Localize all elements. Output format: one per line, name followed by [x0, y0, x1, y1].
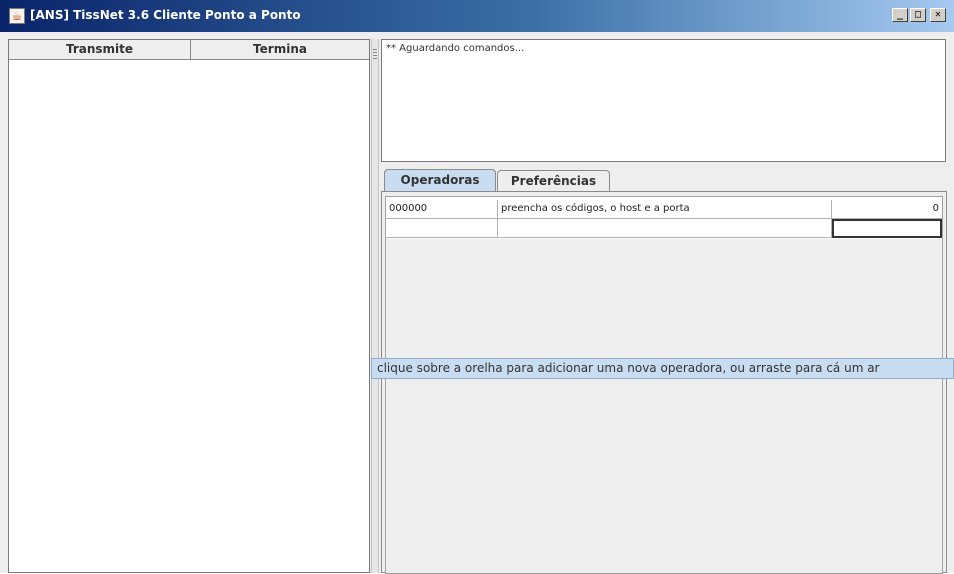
window-title: [ANS] TissNet 3.6 Cliente Ponto a Ponto — [30, 8, 301, 22]
title-bar[interactable]: ☕ [ANS] TissNet 3.6 Cliente Ponto a Pont… — [0, 0, 954, 32]
operadoras-scroll-area[interactable]: 000000 preencha os códigos, o host e a p… — [385, 196, 943, 574]
column-header-transmite[interactable]: Transmite — [9, 40, 191, 60]
close-button[interactable]: ✕ — [930, 8, 946, 22]
table-cell-porta-focused[interactable] — [832, 219, 942, 238]
table-cell-descricao[interactable]: preencha os códigos, o host e a porta — [498, 200, 832, 219]
app-window: ☕ [ANS] TissNet 3.6 Cliente Ponto a Pont… — [0, 0, 954, 574]
splitter-grip-icon — [373, 49, 377, 61]
log-text: ** Aguardando comandos... — [386, 43, 525, 54]
minimize-button[interactable]: _ — [892, 8, 908, 22]
java-cup-icon[interactable]: ☕ — [9, 8, 25, 24]
transfer-table[interactable]: Transmite Termina — [8, 39, 370, 573]
maximize-button[interactable]: □ — [910, 8, 926, 22]
log-output[interactable]: ** Aguardando comandos... — [381, 39, 946, 162]
tab-operadoras[interactable]: Operadoras — [384, 169, 496, 191]
tab-strip: Operadoras Preferências — [381, 169, 947, 191]
table-cell-porta[interactable]: 0 — [832, 200, 942, 219]
column-header-termina[interactable]: Termina — [191, 40, 369, 60]
tab-preferencias[interactable]: Preferências — [497, 170, 610, 191]
tooltip: clique sobre a orelha para adicionar uma… — [371, 358, 954, 379]
table-cell-codigo-empty[interactable] — [386, 219, 498, 238]
table-cell-descricao-empty[interactable] — [498, 219, 832, 238]
split-pane-divider[interactable] — [371, 39, 379, 573]
table-cell-codigo[interactable]: 000000 — [386, 200, 498, 219]
operadoras-table[interactable]: 000000 preencha os códigos, o host e a p… — [386, 197, 942, 239]
tab-panel-operadoras: 000000 preencha os códigos, o host e a p… — [381, 191, 947, 574]
